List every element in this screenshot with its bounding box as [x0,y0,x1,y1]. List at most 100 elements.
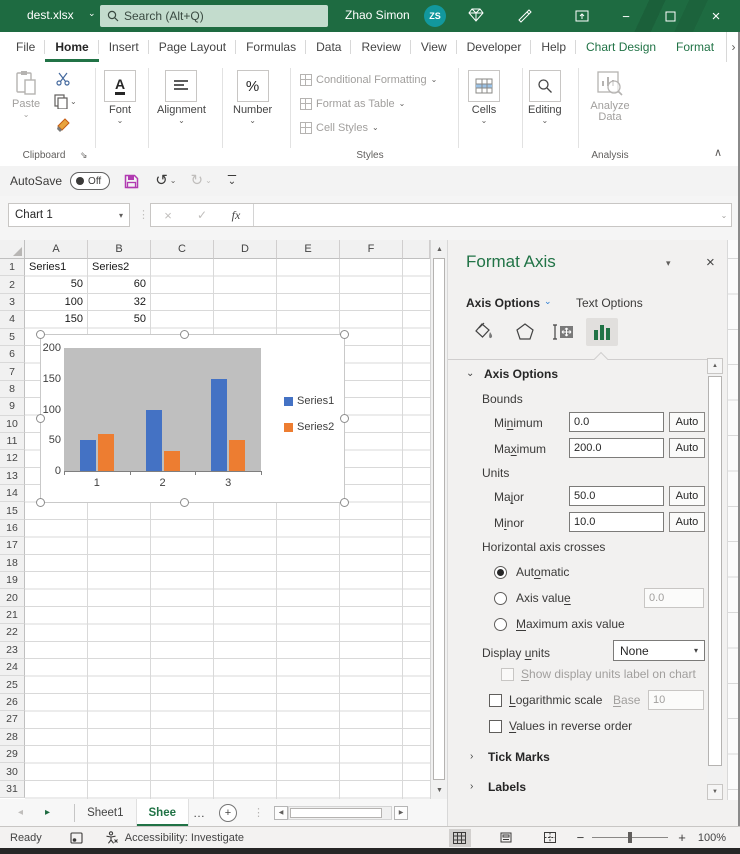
column-header-E[interactable]: E [277,240,340,259]
ribbon-tab-formulas[interactable]: Formulas [236,32,306,62]
row-headers[interactable]: 1234567891011121314151617181920212223242… [0,259,25,798]
normal-view-button[interactable] [449,829,471,847]
fill-line-icon[interactable] [474,322,496,342]
document-title-chevron-icon[interactable]: ⌄ [88,8,96,19]
row-header-14[interactable]: 14 [0,485,25,502]
pane-scroll-down-button[interactable]: ▼ [707,784,723,800]
ribbon-tab-page-layout[interactable]: Page Layout [149,32,236,62]
chart-handle-top-right[interactable] [340,330,349,339]
user-name[interactable]: Zhao Simon [345,8,410,22]
section-tick-marks[interactable]: Tick Marks [488,750,550,764]
pane-scrollbar[interactable]: ▲ ▼ [707,358,723,800]
row-header-28[interactable]: 28 [0,729,25,746]
name-box-dropdown-icon[interactable]: ▾ [119,211,123,220]
bar-series2-cat2[interactable] [164,451,180,471]
maximize-button[interactable] [648,0,692,32]
row-header-18[interactable]: 18 [0,555,25,572]
legend-entry-series2[interactable]: Series2 [284,421,334,433]
chart-handle-top-left[interactable] [36,330,45,339]
row-header-12[interactable]: 12 [0,450,25,467]
size-properties-icon[interactable] [552,322,576,342]
zoom-slider[interactable] [592,837,668,838]
row-header-19[interactable]: 19 [0,572,25,589]
clipboard-dialog-launcher[interactable]: ⇘ [80,150,88,161]
row-header-27[interactable]: 27 [0,711,25,728]
column-header-F[interactable]: F [340,240,403,259]
maximum-axis-value-radio-label[interactable]: Maximum axis value [516,617,625,631]
zoom-level[interactable]: 100% [698,832,726,844]
row-header-24[interactable]: 24 [0,659,25,676]
row-header-5[interactable]: 5 [0,329,25,346]
user-avatar[interactable]: ZS [424,5,446,27]
axis-options-dropdown-icon[interactable]: ⌄ [544,296,552,307]
select-all-button[interactable] [0,240,25,259]
scroll-down-button[interactable]: ▼ [432,782,447,798]
row-header-7[interactable]: 7 [0,363,25,380]
font-group-button[interactable]: A Font ⌄ [104,70,136,124]
row-header-22[interactable]: 22 [0,624,25,641]
premium-gem-icon[interactable] [468,8,484,22]
formula-input[interactable] [254,205,717,225]
chart-handle-middle-right[interactable] [340,414,349,423]
row-header-21[interactable]: 21 [0,607,25,624]
search-box[interactable]: Search (Alt+Q) [100,5,328,27]
tick-marks-expand-icon[interactable]: › [470,751,473,762]
row-header-23[interactable]: 23 [0,642,25,659]
worksheet-grid[interactable]: ABCDEF 123456789101112131415161718192021… [0,240,447,799]
ribbon-tab-file[interactable]: File [6,32,45,62]
row-header-6[interactable]: 6 [0,346,25,363]
bar-series1-cat2[interactable] [146,410,162,472]
copy-button[interactable]: ⌄ [54,94,77,109]
row-header-30[interactable]: 30 [0,763,25,780]
ribbon-tab-review[interactable]: Review [351,32,410,62]
labels-expand-icon[interactable]: › [470,781,473,792]
ribbon-tab-insert[interactable]: Insert [99,32,149,62]
cell-B1[interactable]: Series2 [88,259,151,276]
row-header-20[interactable]: 20 [0,589,25,606]
collapse-ribbon-button[interactable]: ∧ [714,146,722,159]
cell-A1[interactable]: Series1 [25,259,88,276]
close-window-button[interactable]: × [694,0,738,32]
row-header-16[interactable]: 16 [0,520,25,537]
bar-series2-cat3[interactable] [229,440,245,471]
hscroll-right-button[interactable]: ▶ [394,806,408,820]
column-header-D[interactable]: D [214,240,277,259]
draw-pen-icon[interactable] [516,7,532,23]
bar-series2-cat1[interactable] [98,434,114,471]
cell-B4[interactable]: 50 [88,311,151,328]
y-axis-label[interactable]: 50 [42,434,61,446]
bar-series1-cat3[interactable] [211,379,227,471]
sheet-tab-active[interactable]: Shee [136,799,190,826]
y-axis-label[interactable]: 100 [42,404,61,416]
cell-B2[interactable]: 60 [88,276,151,293]
name-box[interactable]: Chart 1 ▾ [8,203,130,227]
row-header-9[interactable]: 9 [0,398,25,415]
row-header-25[interactable]: 25 [0,676,25,693]
ribbon-tab-view[interactable]: View [411,32,457,62]
chart-handle-top-middle[interactable] [180,330,189,339]
maximum-axis-value-radio[interactable] [494,618,507,631]
document-title[interactable]: dest.xlsx [27,8,74,22]
x-axis-label[interactable]: 2 [148,477,178,489]
undo-button[interactable]: ↺ [155,174,168,188]
hscroll-left-button[interactable]: ◀ [274,806,288,820]
pane-close-button[interactable]: × [706,254,715,271]
cut-button[interactable] [56,72,70,86]
row-header-13[interactable]: 13 [0,468,25,485]
effects-icon[interactable] [514,322,536,342]
x-axis-label[interactable]: 3 [213,477,243,489]
row-header-29[interactable]: 29 [0,746,25,763]
chart-handle-bottom-left[interactable] [36,498,45,507]
horizontal-scrollbar[interactable] [288,806,392,820]
pane-scroll-up-button[interactable]: ▲ [707,358,723,374]
page-break-preview-button[interactable] [539,829,561,847]
zoom-in-button[interactable]: + [678,830,686,845]
expand-formula-bar-icon[interactable]: ⌄ [717,211,731,220]
row-header-15[interactable]: 15 [0,502,25,519]
row-header-31[interactable]: 31 [0,781,25,798]
chart-handle-bottom-middle[interactable] [180,498,189,507]
embedded-chart[interactable]: 050100150200123Series1Series2 [40,334,345,503]
section-collapse-icon[interactable]: ⌄ [466,368,474,379]
autosave-toggle[interactable]: Off [70,172,110,190]
sheet-tab-sheet1[interactable]: Sheet1 [75,799,135,826]
